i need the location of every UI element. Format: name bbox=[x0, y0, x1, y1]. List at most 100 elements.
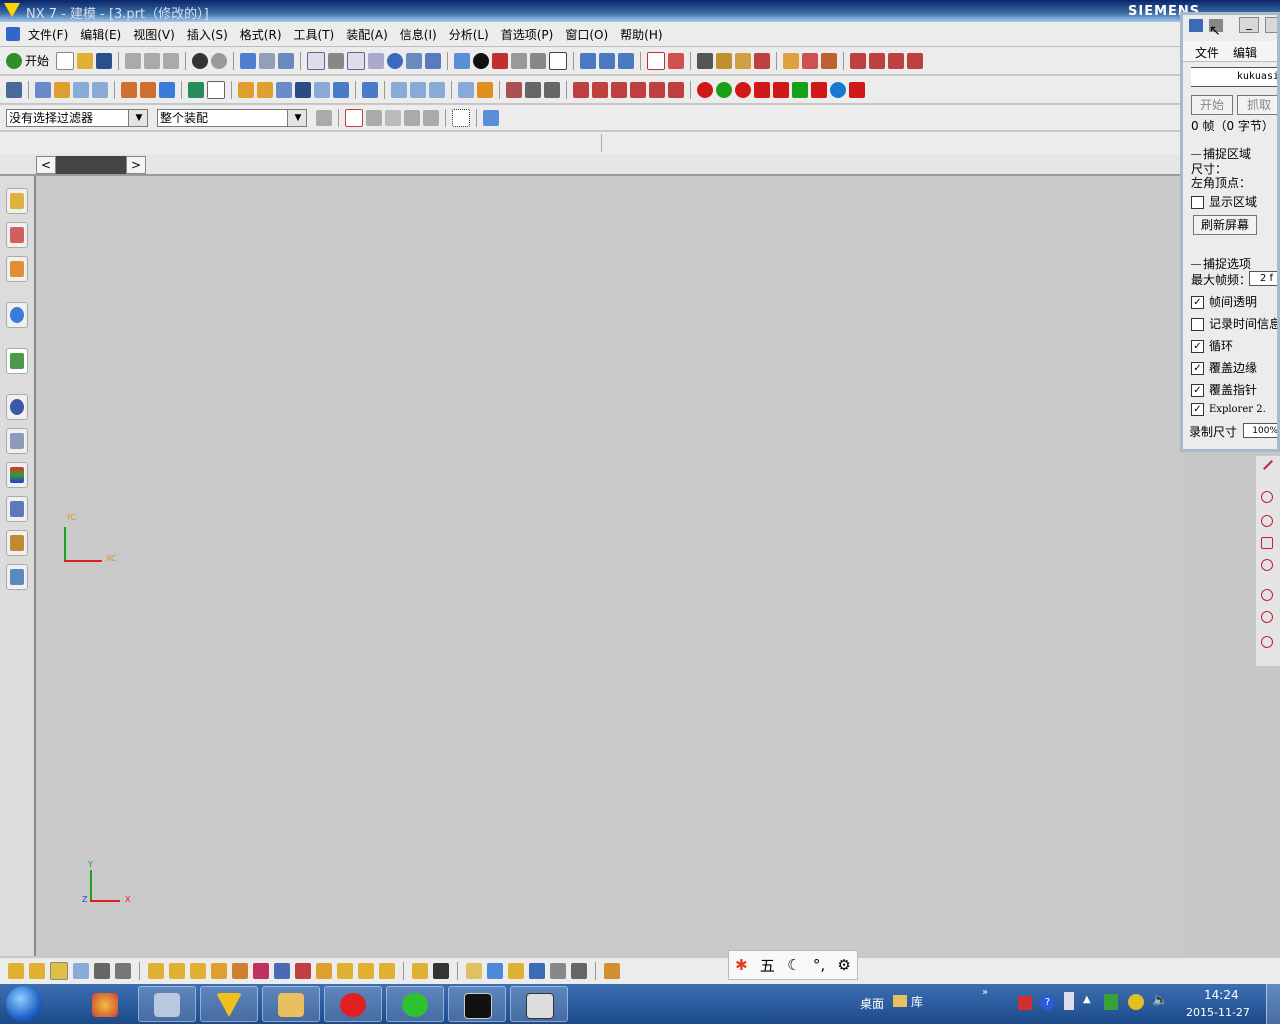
link-body-icon[interactable] bbox=[358, 963, 374, 979]
trim-icon[interactable] bbox=[869, 52, 886, 69]
tab-scroll-left-icon[interactable]: < bbox=[36, 156, 56, 174]
network-icon[interactable] bbox=[1064, 992, 1074, 1010]
mirror-assembly-icon[interactable] bbox=[73, 963, 89, 979]
revolve-icon[interactable] bbox=[54, 81, 70, 98]
capture-menu-file[interactable]: 文件 bbox=[1195, 44, 1219, 61]
add-component-icon[interactable] bbox=[802, 52, 819, 69]
select-face-icon[interactable] bbox=[404, 109, 420, 126]
checkbox-icon[interactable]: ✓ bbox=[1191, 362, 1204, 375]
new-parent-icon[interactable] bbox=[433, 963, 449, 979]
background-icon[interactable] bbox=[530, 52, 547, 69]
record-size-input[interactable]: 100% bbox=[1243, 423, 1277, 438]
maximize-button[interactable] bbox=[1265, 17, 1277, 33]
part-navigator-icon[interactable] bbox=[6, 81, 22, 98]
select-edge-icon[interactable] bbox=[423, 109, 439, 126]
max-fps-input[interactable]: 2 f bbox=[1249, 271, 1277, 286]
cone-icon[interactable] bbox=[159, 81, 175, 98]
security-shield-icon[interactable] bbox=[1104, 994, 1118, 1010]
menu-tools[interactable]: 工具(T) bbox=[288, 26, 341, 43]
sweep-icon[interactable] bbox=[73, 81, 89, 98]
show-hide-icon[interactable] bbox=[599, 52, 616, 69]
start-button[interactable]: 开始 bbox=[25, 52, 49, 69]
moon-icon[interactable]: ☾ bbox=[787, 956, 800, 974]
measure-distance-icon[interactable] bbox=[716, 52, 733, 69]
sketch-icon[interactable] bbox=[207, 80, 225, 99]
display-product-icon[interactable] bbox=[487, 963, 503, 979]
taskbar-paint[interactable] bbox=[76, 986, 134, 1022]
snap-settings-icon[interactable] bbox=[345, 108, 363, 127]
menu-view[interactable]: 视图(V) bbox=[127, 26, 181, 43]
show-area-checkbox[interactable]: 显示区域 bbox=[1191, 193, 1257, 210]
copy-icon[interactable] bbox=[144, 52, 161, 69]
spline-icon[interactable] bbox=[888, 52, 905, 69]
clock-time[interactable]: 14:24 bbox=[1204, 988, 1239, 1002]
option-record-time[interactable]: 记录时间信息 bbox=[1191, 315, 1277, 332]
hole-icon[interactable] bbox=[92, 81, 108, 98]
pattern-icon[interactable] bbox=[362, 81, 378, 98]
selection-filter-combo[interactable]: 没有选择过滤器 ▼ bbox=[6, 108, 148, 127]
chevron-down-icon[interactable]: ▼ bbox=[287, 109, 306, 126]
minimize-button[interactable]: _ bbox=[1239, 17, 1259, 33]
chamfer-icon[interactable] bbox=[314, 81, 330, 98]
capture-grab-button[interactable]: 抓取 bbox=[1237, 95, 1277, 115]
menu-analysis[interactable]: 分析(L) bbox=[443, 26, 495, 43]
punctuation-icon[interactable]: °, bbox=[813, 956, 825, 974]
rotate-icon[interactable] bbox=[387, 52, 404, 69]
pan-icon[interactable] bbox=[406, 52, 423, 69]
new-component-icon[interactable] bbox=[412, 963, 428, 979]
fit-view-icon[interactable] bbox=[307, 51, 326, 70]
curve-analysis-icon[interactable] bbox=[506, 81, 522, 98]
app-menu-icon[interactable] bbox=[6, 27, 20, 41]
snap-on-curve-icon[interactable] bbox=[830, 81, 846, 98]
zoom-window-icon[interactable] bbox=[347, 51, 366, 70]
type-filter-icon[interactable] bbox=[316, 109, 332, 126]
help-icon[interactable]: ? bbox=[1040, 995, 1055, 1010]
web-browser-tab[interactable] bbox=[6, 348, 28, 374]
taskbar-nx[interactable] bbox=[200, 986, 258, 1022]
layer-icon[interactable] bbox=[259, 52, 276, 69]
shaded-icon[interactable] bbox=[473, 52, 490, 69]
perspective-icon[interactable] bbox=[425, 52, 442, 69]
checkbox-icon[interactable]: ✓ bbox=[1191, 403, 1204, 416]
menu-format[interactable]: 格式(R) bbox=[234, 26, 288, 43]
snap-point-icon[interactable] bbox=[647, 51, 666, 70]
resize-blend-icon[interactable] bbox=[668, 81, 684, 98]
deformable-icon[interactable] bbox=[337, 963, 353, 979]
snap-arc-center-icon[interactable] bbox=[773, 81, 789, 98]
capture-start-button[interactable]: 开始 bbox=[1191, 95, 1233, 115]
menu-file[interactable]: 文件(F) bbox=[22, 26, 74, 43]
cylinder-icon[interactable] bbox=[140, 81, 156, 98]
arc-icon[interactable] bbox=[544, 81, 560, 98]
analysis-icon[interactable] bbox=[754, 52, 771, 69]
selection-scope-combo[interactable]: 整个装配 ▼ bbox=[157, 108, 307, 127]
blank-view-icon[interactable] bbox=[549, 51, 568, 70]
section-icon[interactable] bbox=[492, 52, 509, 69]
menu-edit[interactable]: 编辑(E) bbox=[74, 26, 127, 43]
move-component-icon[interactable] bbox=[29, 963, 45, 979]
assembly-navigator-tab[interactable] bbox=[6, 188, 28, 214]
pull-face-icon[interactable] bbox=[611, 81, 627, 98]
select-feature-icon[interactable] bbox=[366, 109, 382, 126]
capture-menu-edit[interactable]: 编辑 bbox=[1233, 44, 1257, 61]
arrangement-icon[interactable] bbox=[232, 963, 248, 979]
sequence-icon[interactable] bbox=[169, 963, 185, 979]
chevron-down-icon[interactable]: ▼ bbox=[128, 109, 147, 126]
thicken-icon[interactable] bbox=[429, 81, 445, 98]
option-frame-transparency[interactable]: ✓ 帧间透明 bbox=[1191, 293, 1257, 310]
volume-icon[interactable]: 🔈 bbox=[1152, 993, 1168, 1008]
product-outline-icon[interactable] bbox=[253, 963, 269, 979]
command-finder-icon[interactable] bbox=[278, 52, 295, 69]
color-palette-icon[interactable] bbox=[604, 963, 620, 979]
option-explorer[interactable]: ✓ Explorer 2. bbox=[1191, 403, 1266, 416]
block-icon[interactable] bbox=[121, 81, 137, 98]
subtract-icon[interactable] bbox=[257, 81, 273, 98]
draft-icon[interactable] bbox=[410, 81, 426, 98]
snap-existing-point-icon[interactable] bbox=[811, 81, 827, 98]
extrude-icon[interactable] bbox=[35, 81, 51, 98]
promote-body-icon[interactable] bbox=[316, 963, 332, 979]
refresh-screen-button[interactable]: 刷新屏幕 bbox=[1193, 215, 1257, 235]
roles-tab[interactable] bbox=[6, 530, 28, 556]
cut-icon[interactable] bbox=[125, 52, 142, 69]
orient-view-icon[interactable] bbox=[511, 52, 528, 69]
circle-center-icon[interactable] bbox=[1261, 491, 1273, 503]
